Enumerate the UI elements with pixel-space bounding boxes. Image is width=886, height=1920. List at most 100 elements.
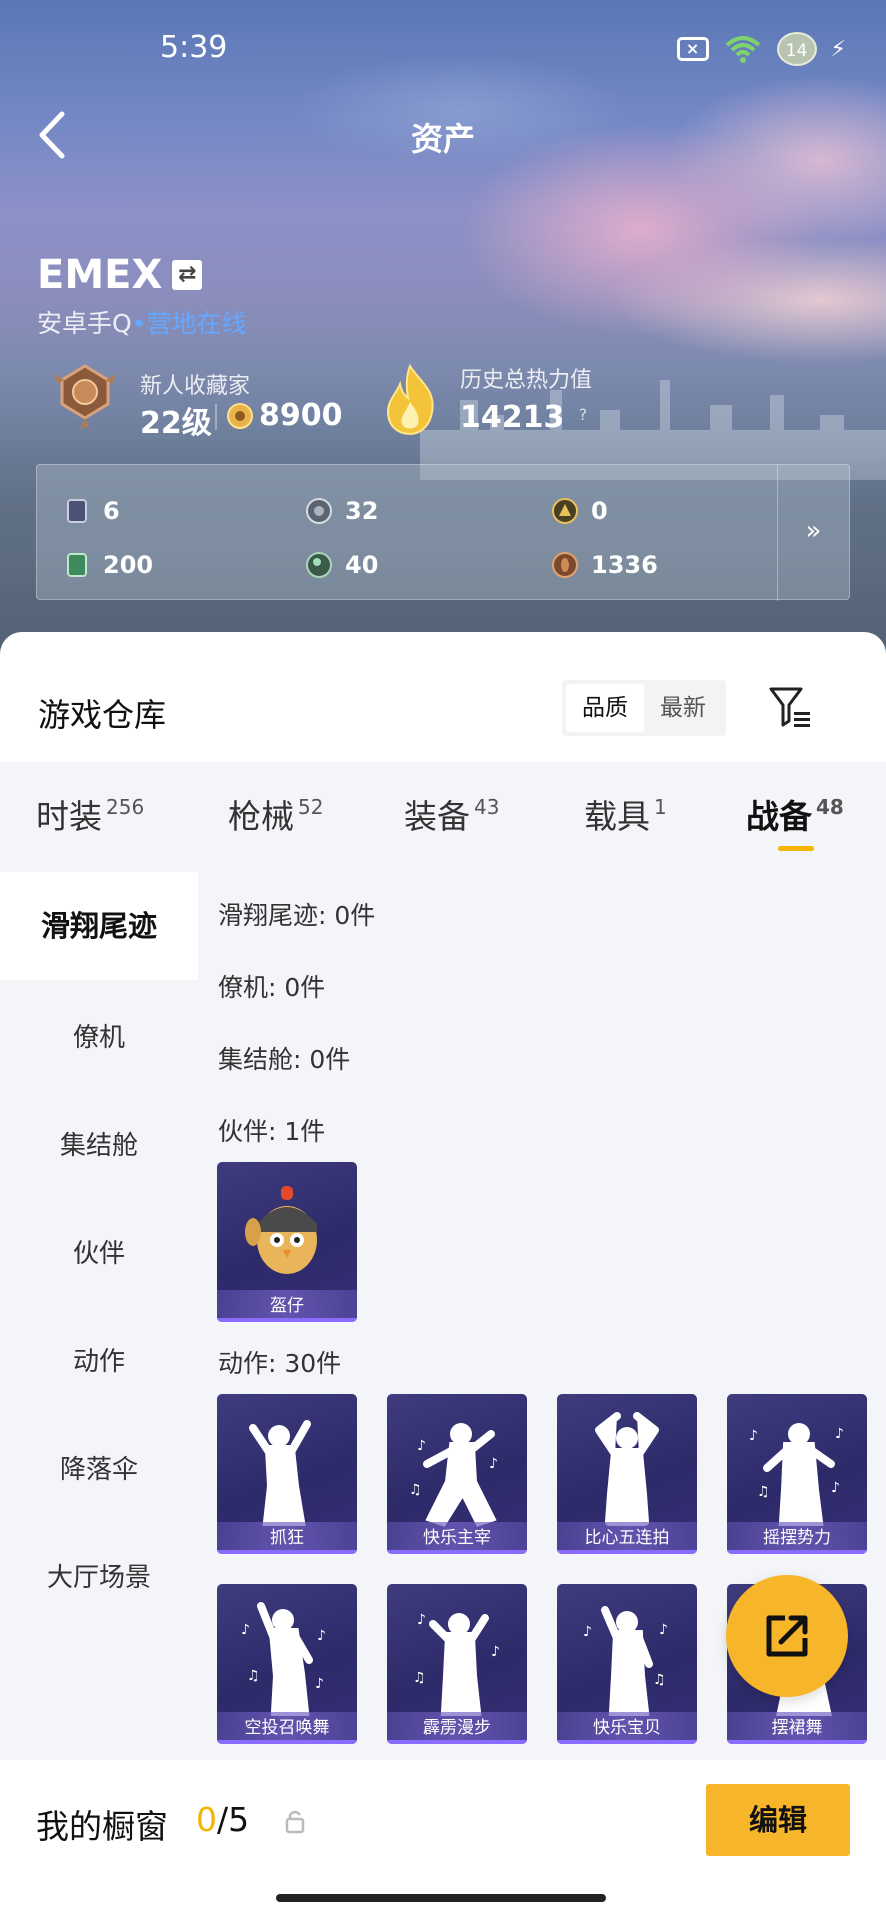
home-indicator[interactable] <box>276 1894 606 1902</box>
expand-currencies-button[interactable]: » <box>777 465 849 601</box>
sort-quality-option[interactable]: 品质 <box>566 684 644 732</box>
sidebar-item-lobby-scene[interactable]: 大厅场景 <box>0 1557 198 1594</box>
status-icons: × 14 ⚡ <box>676 32 846 66</box>
item-card-emote[interactable]: ♪ ♪ ♫ ♪ 摇摆势力 <box>727 1394 867 1554</box>
svg-text:♪: ♪ <box>831 1480 840 1496</box>
tab-vehicles[interactable]: 载具 1 <box>584 790 667 838</box>
tab-equipment[interactable]: 装备 43 <box>404 790 499 838</box>
rarity-bar <box>557 1550 697 1554</box>
sidebar-item-partner[interactable]: 伙伴 <box>0 1233 198 1270</box>
category-tabs: 时装 256 枪械 52 装备 43 载具 1 战备 48 <box>0 762 886 872</box>
rarity-bar <box>727 1550 867 1554</box>
svg-text:♪: ♪ <box>583 1624 592 1640</box>
currency-panel: 6 32 0 200 40 1336 » <box>36 464 850 601</box>
tab-label: 载具 <box>584 797 650 836</box>
green-orb-icon <box>306 552 332 578</box>
battery-icon: 14 <box>776 32 817 66</box>
tab-count: 1 <box>654 795 667 819</box>
svg-text:♫: ♫ <box>757 1484 770 1500</box>
filter-icon[interactable] <box>768 684 812 730</box>
item-card-partner[interactable]: 盔仔 <box>217 1162 357 1322</box>
sidebar-item-emote[interactable]: 动作 <box>0 1341 198 1378</box>
currency-item: 0 <box>551 497 608 525</box>
currency-value: 1336 <box>591 551 658 579</box>
ticket-icon <box>67 553 87 577</box>
currency-item: 1336 <box>551 551 658 579</box>
edit-button[interactable]: 编辑 <box>706 1784 850 1856</box>
rarity-bar <box>217 1550 357 1554</box>
sidebar-item-parachute[interactable]: 降落伞 <box>0 1449 198 1486</box>
sidebar-item-assembly-pod[interactable]: 集结舱 <box>0 1125 198 1162</box>
svg-text:♪: ♪ <box>417 1612 426 1628</box>
bronze-coin-icon <box>552 552 578 578</box>
external-link-icon <box>766 1615 808 1657</box>
section-heading: 动作: 30件 <box>218 1349 342 1378</box>
notification-x-icon: × <box>676 37 709 61</box>
active-tab-indicator <box>778 846 814 851</box>
platform-label: 安卓手Q <box>37 309 132 338</box>
svg-text:♪: ♪ <box>489 1456 498 1472</box>
gear-coin-icon <box>227 403 253 429</box>
currency-value: 32 <box>345 497 379 525</box>
item-card-emote[interactable]: 抓狂 <box>217 1394 357 1554</box>
showcase-count: 0/5 <box>196 1800 249 1839</box>
tab-count: 48 <box>816 795 844 819</box>
item-card-emote[interactable]: ♪ ♪ ♫ 快乐宝贝 <box>557 1584 697 1744</box>
help-icon[interactable]: ? <box>572 404 594 426</box>
sort-toggle: 品质 最新 <box>562 680 726 736</box>
tab-fashion[interactable]: 时装 256 <box>36 790 144 838</box>
silver-coin-icon <box>306 498 332 524</box>
sidebar-item-glide-trail[interactable]: 滑翔尾迹 <box>0 872 198 980</box>
svg-text:♪: ♪ <box>749 1428 758 1444</box>
currency-value: 40 <box>345 551 379 579</box>
svg-text:♫: ♫ <box>409 1482 422 1498</box>
item-card-emote[interactable]: 比心五连拍 <box>557 1394 697 1554</box>
sort-newest-option[interactable]: 最新 <box>644 684 722 732</box>
coin-balance: 8900 <box>259 398 343 433</box>
charging-icon: ⚡ <box>830 36 846 62</box>
rarity-bar <box>217 1318 357 1322</box>
tab-combat-gear[interactable]: 战备 48 <box>746 790 844 838</box>
tab-label: 装备 <box>404 797 470 836</box>
profile-subline: 安卓手Q•营地在线 <box>37 304 246 340</box>
tab-guns[interactable]: 枪械 52 <box>228 790 323 838</box>
item-card-emote[interactable]: ♪ ♪ ♫ 快乐主宰 <box>387 1394 527 1554</box>
showcase-title: 我的橱窗 <box>36 1807 168 1846</box>
svg-text:♪: ♪ <box>659 1622 668 1638</box>
online-dot: • <box>131 309 147 338</box>
item-card-emote[interactable]: ♪ ♪ ♫ ♪ 空投召唤舞 <box>217 1584 357 1744</box>
section-heading: 集结舱: 0件 <box>218 1045 351 1074</box>
status-time: 5:39 <box>160 30 228 65</box>
currency-value: 0 <box>591 497 608 525</box>
svg-text:♪: ♪ <box>417 1438 426 1454</box>
app-root: { "status_bar": {"time": "5:39", "batter… <box>0 0 886 1920</box>
currency-item: 32 <box>305 497 378 525</box>
tab-count: 52 <box>298 795 324 819</box>
svg-text:♫: ♫ <box>653 1672 666 1688</box>
svg-text:♪: ♪ <box>317 1628 326 1644</box>
showcase-current: 0 <box>196 1800 217 1839</box>
svg-text:♫: ♫ <box>413 1670 426 1686</box>
divider <box>215 404 217 430</box>
switch-account-icon[interactable]: ⇄ <box>172 260 203 290</box>
section-heading: 僚机: 0件 <box>218 973 326 1002</box>
rank-title: 新人收藏家 <box>140 374 251 399</box>
currency-item: 6 <box>63 497 120 525</box>
svg-text:♪: ♪ <box>491 1644 500 1660</box>
tab-label: 时装 <box>36 797 102 836</box>
svg-text:♫: ♫ <box>247 1668 260 1684</box>
sidebar-item-wingman[interactable]: 僚机 <box>0 1017 198 1054</box>
page-title: 资产 <box>410 120 475 158</box>
lock-icon <box>285 1810 305 1834</box>
svg-text:♪: ♪ <box>835 1426 844 1442</box>
rarity-bar <box>727 1740 867 1744</box>
player-name: EMEX <box>37 252 163 298</box>
item-card-emote[interactable]: ♪ ♪ ♫ 霹雳漫步 <box>387 1584 527 1744</box>
warehouse-title: 游戏仓库 <box>38 696 167 734</box>
rarity-bar <box>557 1740 697 1744</box>
currency-item: 40 <box>305 551 378 579</box>
rarity-bar <box>387 1550 527 1554</box>
rank-level: 22级 <box>140 406 212 441</box>
share-button[interactable] <box>726 1575 848 1697</box>
tab-count: 43 <box>474 795 500 819</box>
